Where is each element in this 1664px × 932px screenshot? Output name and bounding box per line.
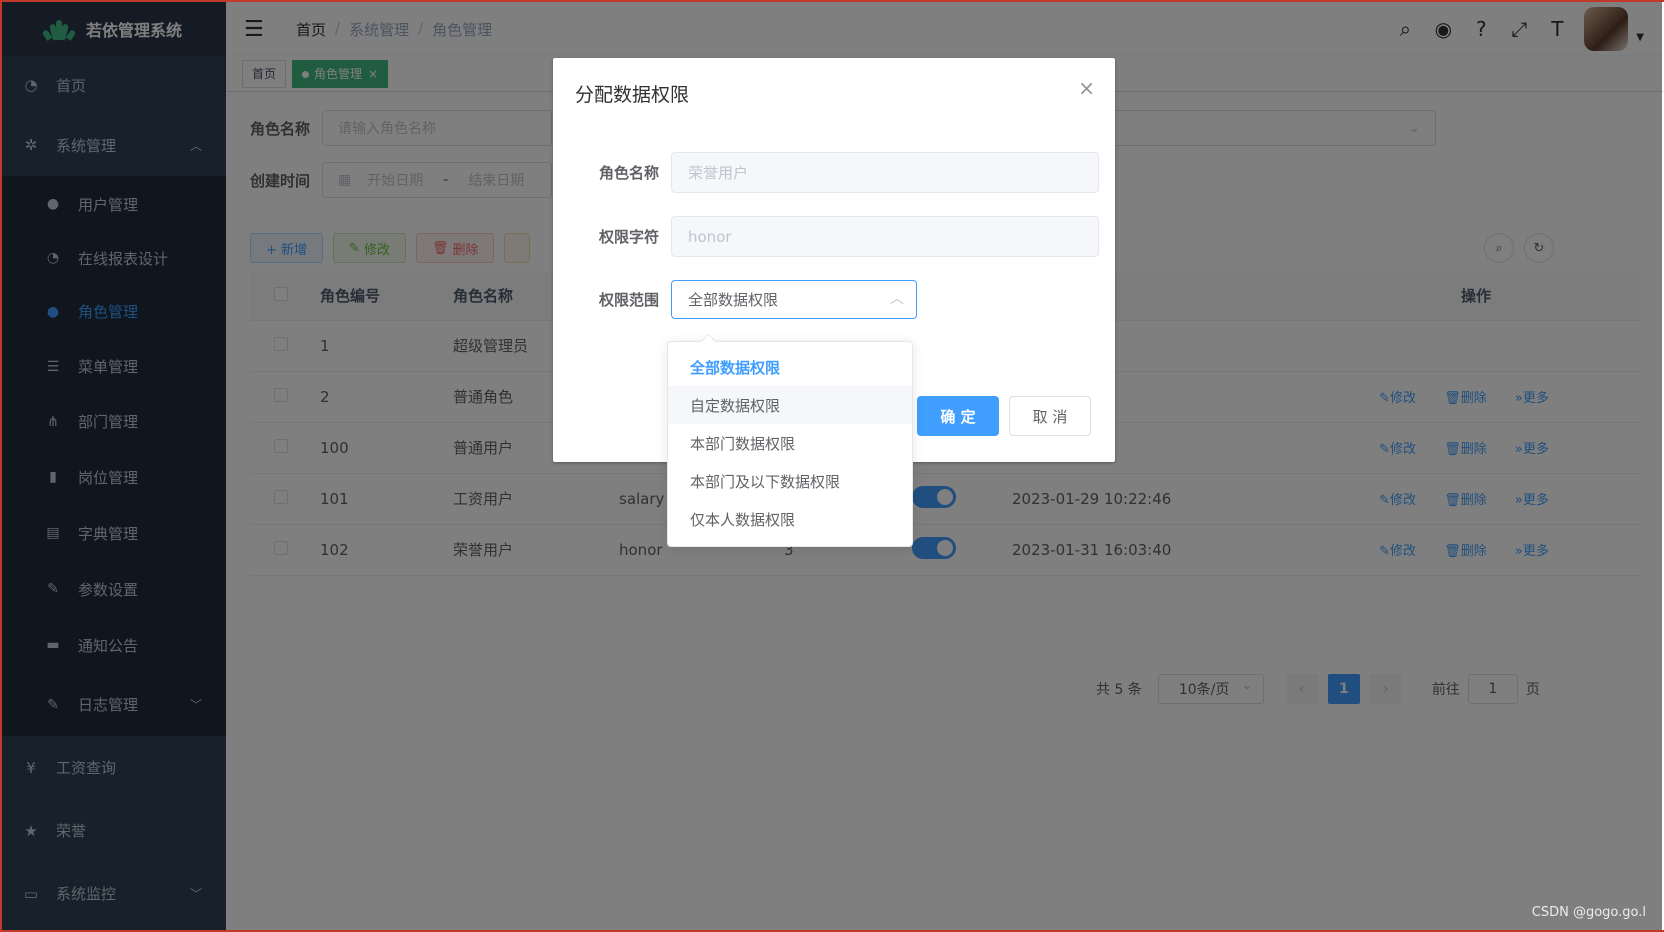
dialog-perm-key-input: honor — [671, 216, 1099, 257]
dialog-role-name-row: 角色名称 荣誉用户 — [589, 152, 1099, 193]
watermark: CSDN @gogo.go.l — [1531, 905, 1646, 920]
dialog-title: 分配数据权限 — [575, 84, 690, 106]
dialog-role-name-input: 荣誉用户 — [671, 152, 1099, 193]
dropdown-option[interactable]: 仅本人数据权限 — [668, 500, 912, 538]
dialog-scope-row: 权限范围 全部数据权限 ︿ — [589, 280, 917, 319]
cancel-button[interactable]: 取 消 — [1009, 396, 1091, 436]
dialog-perm-key-row: 权限字符 honor — [589, 216, 1099, 257]
data-scope-dropdown: 全部数据权限 自定数据权限 本部门数据权限 本部门及以下数据权限 仅本人数据权限 — [667, 341, 913, 547]
dropdown-option[interactable]: 本部门及以下数据权限 — [668, 462, 912, 500]
data-scope-value: 全部数据权限 — [688, 291, 779, 309]
data-scope-select[interactable]: 全部数据权限 ︿ — [671, 280, 917, 319]
close-icon[interactable]: × — [1078, 76, 1095, 100]
dropdown-option[interactable]: 自定数据权限 — [668, 386, 912, 424]
dialog-perm-key-label: 权限字符 — [598, 228, 659, 246]
chevron-up-icon: ︿ — [890, 291, 904, 307]
dialog-scope-label: 权限范围 — [598, 291, 659, 309]
confirm-button[interactable]: 确 定 — [917, 396, 999, 436]
dropdown-option[interactable]: 全部数据权限 — [668, 348, 912, 386]
dialog-role-name-label: 角色名称 — [598, 164, 659, 182]
dropdown-option[interactable]: 本部门数据权限 — [668, 424, 912, 462]
